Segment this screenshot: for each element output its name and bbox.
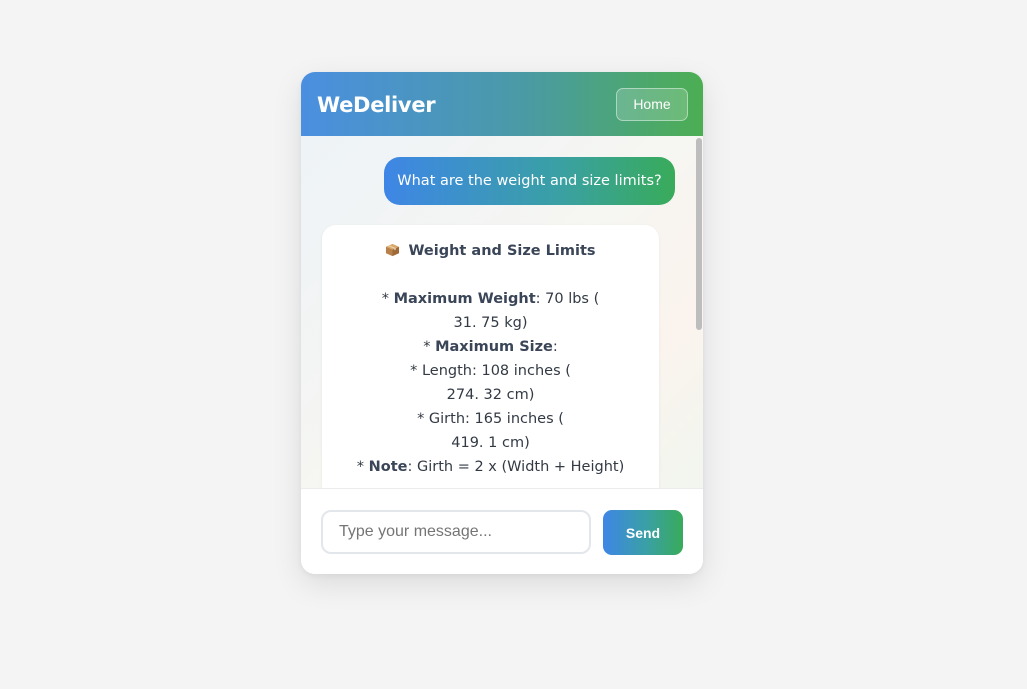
- line-bold: Note: [368, 459, 408, 475]
- bot-reply-line: * Maximum Size:: [322, 335, 659, 359]
- line-text: 31. 75 kg): [453, 315, 528, 331]
- line-bold: Maximum Weight: [393, 291, 536, 307]
- bot-reply-line: 419. 1 cm): [322, 431, 659, 455]
- chat-scrollbar[interactable]: [695, 136, 703, 488]
- scrollbar-thumb[interactable]: [696, 138, 702, 330]
- bot-reply-line: * Girth: 165 inches (: [322, 407, 659, 431]
- line-text: * Girth: 165 inches (: [417, 411, 564, 427]
- bot-reply-line: * Note: Girth = 2 x (Width + Height): [322, 455, 659, 479]
- bot-reply-line: 274. 32 cm): [322, 383, 659, 407]
- line-text: * Length: 108 inches (: [410, 363, 571, 379]
- chat-widget: WeDeliver Home What are the weight and s…: [301, 72, 703, 574]
- line-bold: Maximum Size: [435, 339, 553, 355]
- line-text: : 70 lbs (: [535, 291, 600, 307]
- line-prefix: *: [381, 291, 394, 307]
- bot-reply-line: * Length: 108 inches (: [322, 359, 659, 383]
- package-icon: [386, 243, 400, 257]
- composer: Send: [301, 488, 703, 574]
- send-button[interactable]: Send: [603, 510, 683, 555]
- line-text: : Girth = 2 x (Width + Height): [407, 459, 625, 475]
- line-text: 419. 1 cm): [451, 435, 530, 451]
- bot-reply-title-row: Weight and Size Limits: [322, 239, 659, 263]
- chat-header: WeDeliver Home: [301, 72, 703, 136]
- message-input[interactable]: [321, 510, 591, 554]
- bot-reply-line: * Maximum Weight: 70 lbs (: [322, 287, 659, 311]
- line-text: :: [552, 339, 558, 355]
- user-message-bubble: What are the weight and size limits?: [384, 157, 675, 205]
- home-button[interactable]: Home: [616, 87, 688, 121]
- bot-message-bubble: Weight and Size Limits * Maximum Weight:…: [322, 225, 659, 488]
- bot-reply-title: Weight and Size Limits: [408, 243, 596, 259]
- line-text: 274. 32 cm): [446, 387, 535, 403]
- line-prefix: *: [423, 339, 436, 355]
- user-message-text: What are the weight and size limits?: [397, 173, 662, 189]
- message-list[interactable]: What are the weight and size limits? Wei…: [301, 136, 703, 488]
- line-prefix: *: [356, 459, 369, 475]
- brand-title: WeDeliver: [317, 93, 436, 117]
- bot-reply-line: 31. 75 kg): [322, 311, 659, 335]
